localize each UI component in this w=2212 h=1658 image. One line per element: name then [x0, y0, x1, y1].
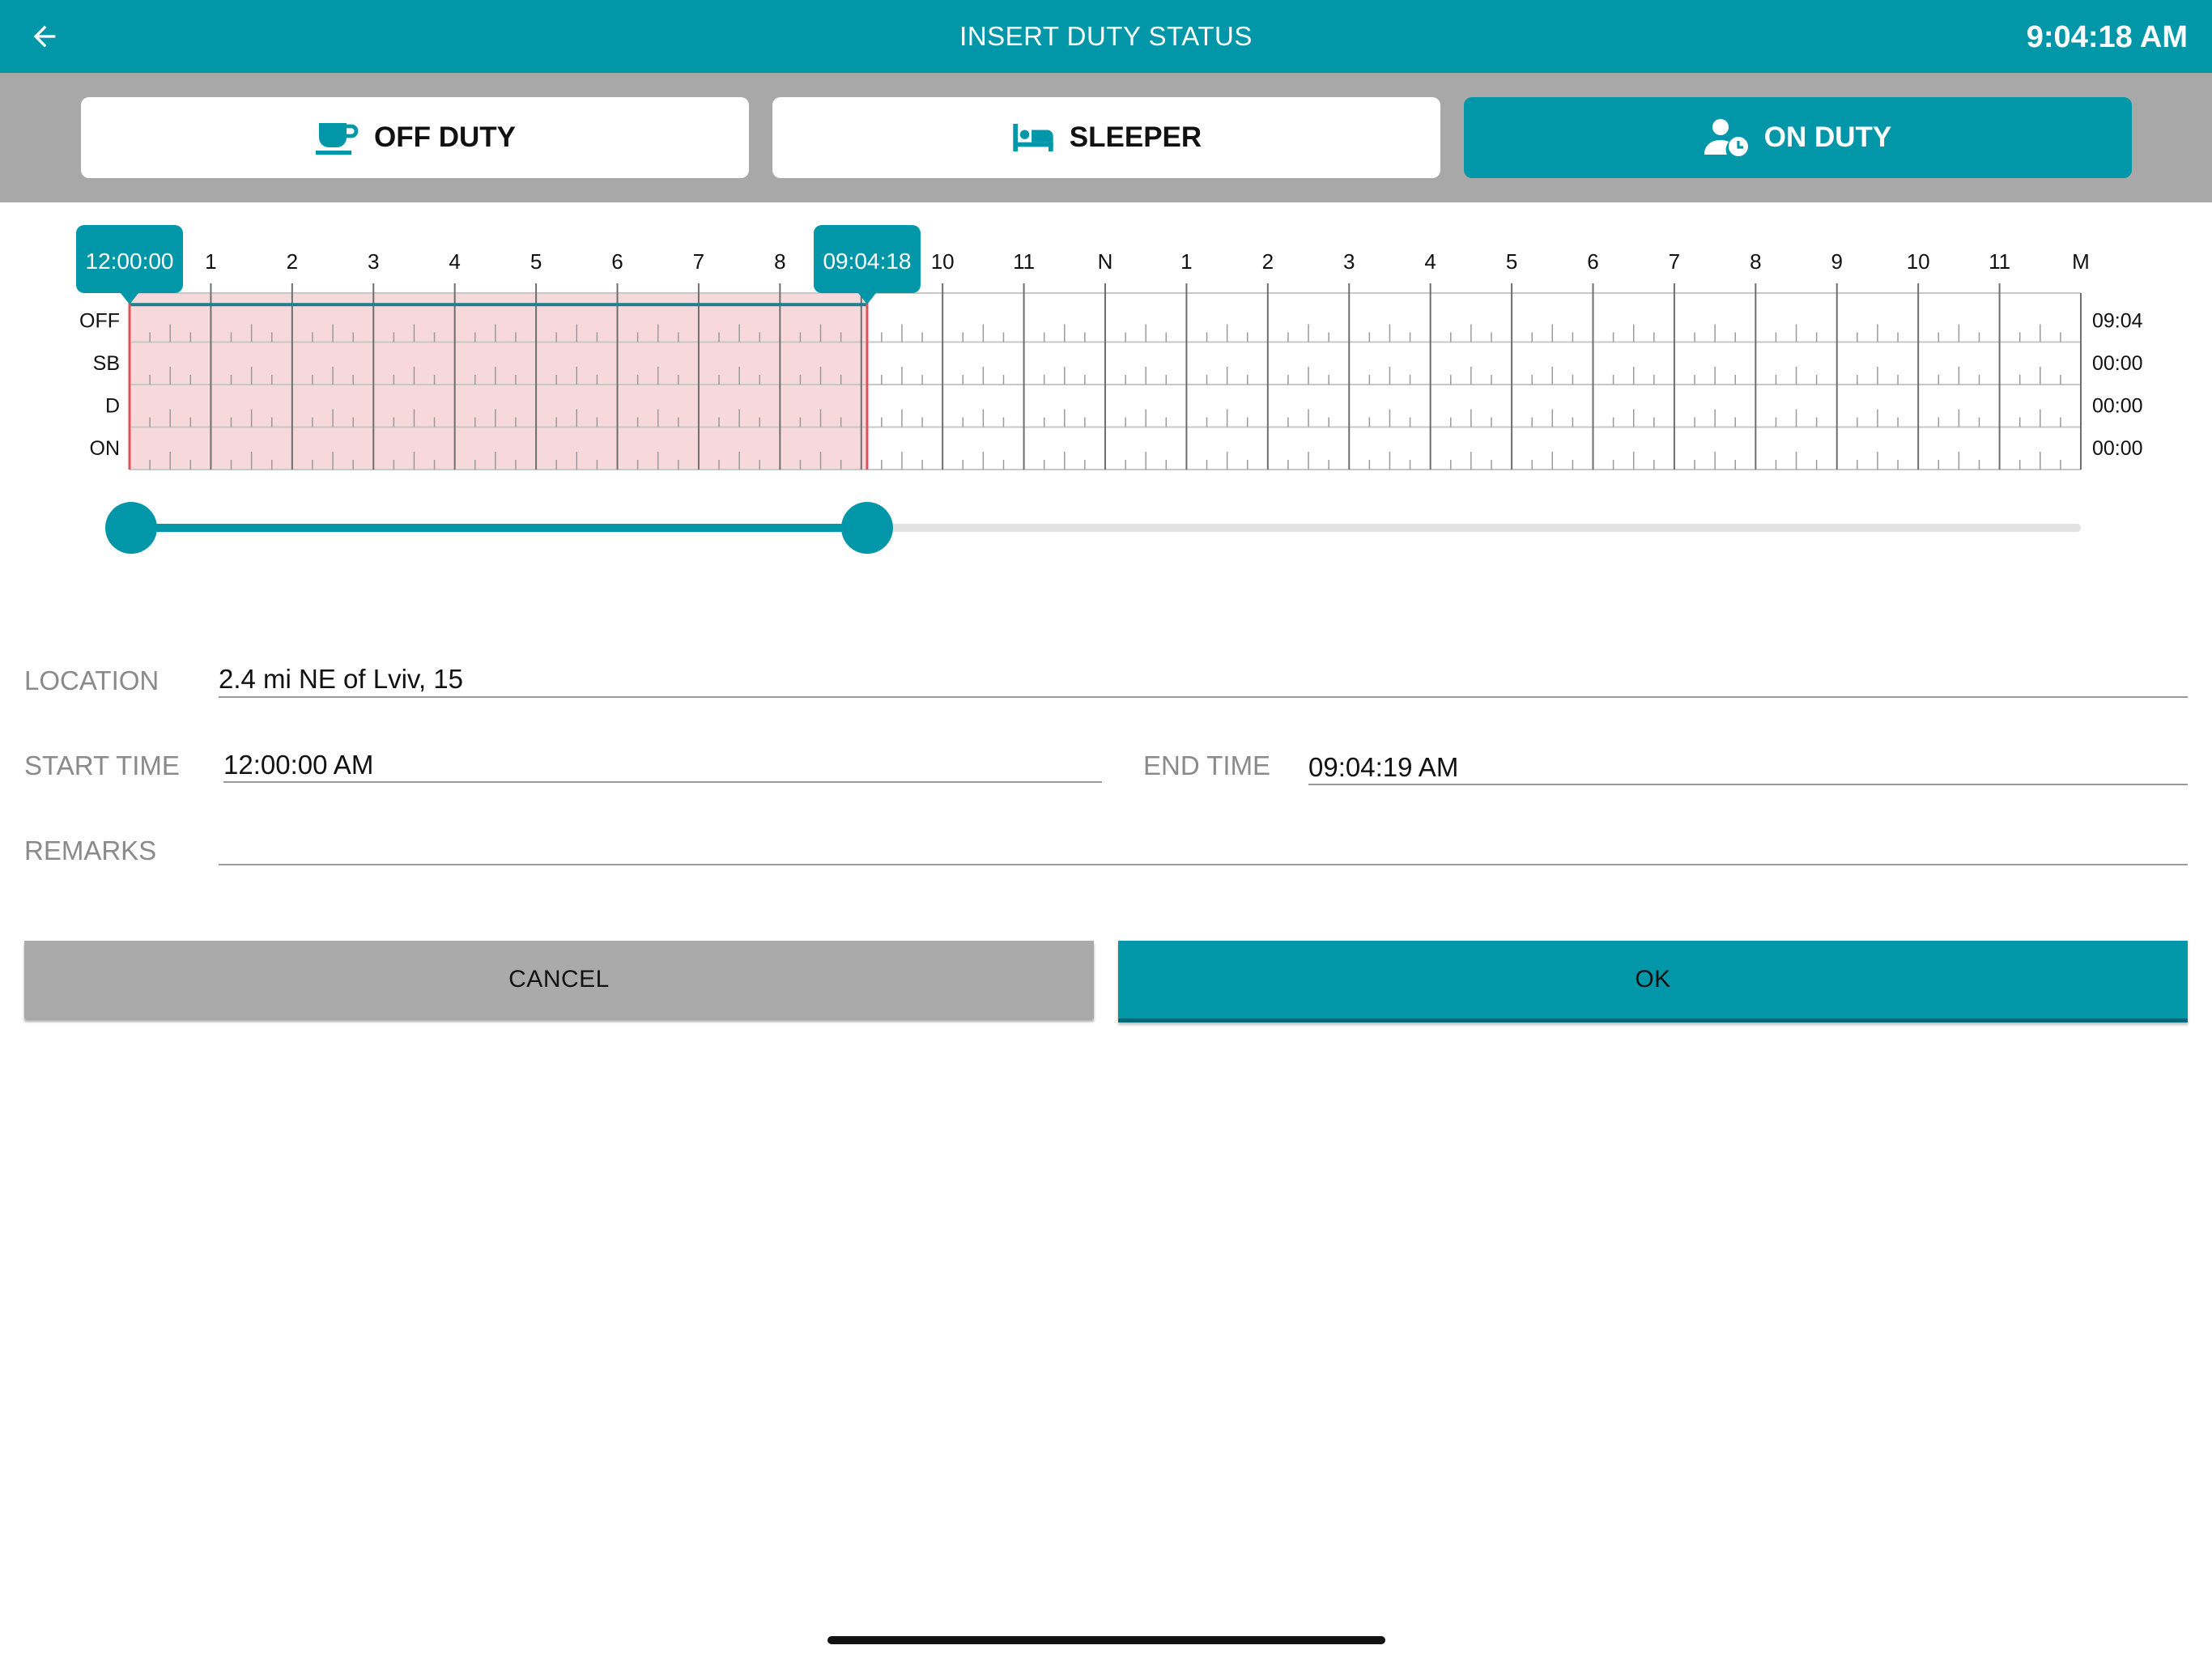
end-time-field[interactable]: 09:04:19 AM	[1308, 752, 1458, 783]
hour-label: 11	[1989, 249, 2010, 274]
row-label-sb: SB	[93, 352, 120, 375]
row-label-on: ON	[90, 437, 121, 460]
end-time-label: END TIME	[1143, 750, 1271, 780]
row-total-d: 00:00	[2092, 394, 2143, 417]
hour-label: 2	[1262, 249, 1274, 274]
duty-status-selector: OFF DUTY SLEEPER ON DUTY	[0, 73, 2212, 202]
bed-icon	[1013, 123, 1053, 152]
cancel-button[interactable]: CANCEL	[24, 941, 1094, 1018]
current-time: 9:04:18 AM	[2026, 20, 2188, 54]
end-time-badge-label: 09:04:18	[823, 249, 911, 274]
hour-label: 10	[1907, 249, 1930, 274]
end-time-underline	[1308, 784, 2188, 785]
hour-label: 6	[1587, 249, 1598, 274]
location-underline	[219, 696, 2188, 698]
ok-button[interactable]: OK	[1118, 941, 2188, 1022]
hour-label: 8	[1750, 249, 1761, 274]
duty-log-graph[interactable]: 1234567891011N1234567891011MOFF09:04SB00…	[0, 219, 2212, 559]
slider-start-handle[interactable]	[105, 502, 157, 554]
hour-label: 5	[1506, 249, 1517, 274]
hour-label: 5	[530, 249, 542, 274]
hour-label: M	[2072, 249, 2090, 274]
hour-label: 8	[774, 249, 785, 274]
sleeper-label: SLEEPER	[1069, 121, 1202, 153]
page-title: INSERT DUTY STATUS	[959, 21, 1253, 51]
row-total-on: 00:00	[2092, 437, 2143, 460]
hour-label: 1	[205, 249, 216, 274]
sleeper-button[interactable]: SLEEPER	[772, 97, 1440, 178]
row-label-d: D	[105, 394, 120, 417]
slider-end-handle[interactable]	[840, 502, 893, 554]
hour-label: N	[1098, 249, 1113, 274]
on-duty-label: ON DUTY	[1763, 121, 1892, 153]
hour-label: 7	[693, 249, 704, 274]
start-time-badge-label: 12:00:00	[86, 249, 174, 274]
home-indicator[interactable]	[827, 1636, 1385, 1644]
coffee-cup-icon	[316, 123, 359, 155]
row-total-off: 09:04	[2092, 309, 2143, 332]
hour-label: 9	[1831, 249, 1843, 274]
location-field[interactable]: 2.4 mi NE of Lviv, 15	[219, 664, 463, 695]
on-duty-button[interactable]: ON DUTY	[1464, 97, 2132, 178]
hour-label: 11	[1013, 249, 1035, 274]
location-label: LOCATION	[24, 665, 160, 695]
user-clock-icon	[1704, 119, 1748, 156]
off-duty-button[interactable]: OFF DUTY	[81, 97, 749, 178]
start-time-underline	[223, 781, 1102, 783]
row-label-off: OFF	[79, 309, 120, 332]
row-total-sb: 00:00	[2092, 352, 2143, 375]
hour-label: 10	[931, 249, 955, 274]
hour-label: 1	[1180, 249, 1192, 274]
hour-label: 6	[611, 249, 623, 274]
app-bar: INSERT DUTY STATUS 9:04:18 AM	[0, 0, 2212, 73]
off-duty-label: OFF DUTY	[374, 121, 516, 153]
hour-label: 3	[1343, 249, 1355, 274]
selected-range-fill	[130, 293, 867, 470]
hour-label: 4	[449, 249, 460, 274]
hour-label: 7	[1669, 249, 1680, 274]
start-time-label: START TIME	[24, 750, 180, 780]
hour-label: 3	[368, 249, 379, 274]
hour-label: 4	[1424, 249, 1436, 274]
hour-label: 2	[287, 249, 298, 274]
start-time-field[interactable]: 12:00:00 AM	[223, 750, 373, 780]
remarks-label: REMARKS	[24, 835, 157, 865]
remarks-underline	[219, 864, 2188, 865]
